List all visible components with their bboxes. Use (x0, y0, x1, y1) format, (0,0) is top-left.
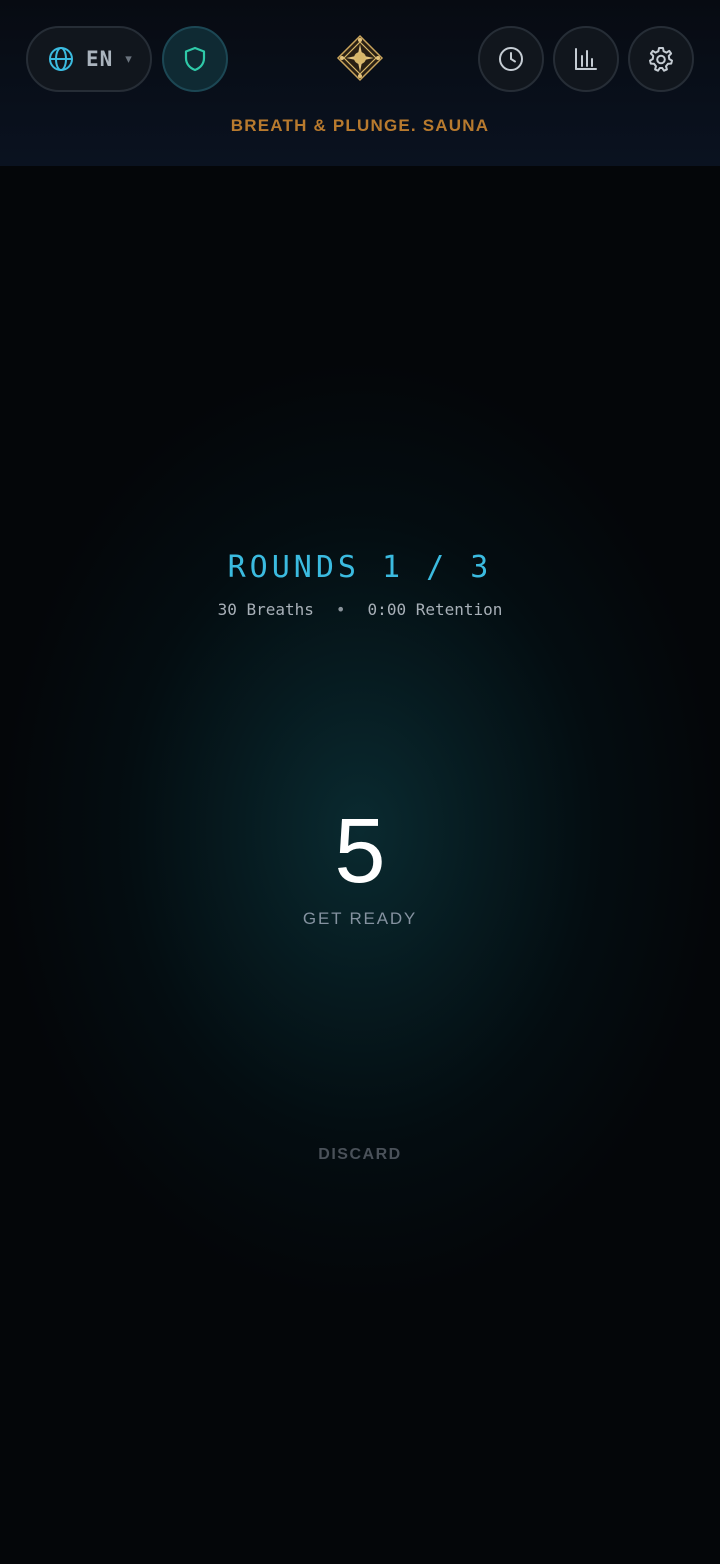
language-selector[interactable]: EN ▾ (26, 26, 152, 92)
brand-title: BREATH & PLUNGE. SAUNA (230, 116, 490, 135)
rounds-counter: ROUNDS 1 / 3 (227, 550, 493, 585)
countdown-number: 5 (334, 800, 386, 902)
retention-time: 0:00 Retention (367, 600, 503, 619)
status-label: GET READY (302, 909, 418, 928)
settings-button[interactable] (628, 26, 694, 92)
globe-icon (48, 46, 74, 72)
ornate-diamond-logo (336, 34, 384, 82)
privacy-button[interactable] (162, 26, 228, 92)
history-button[interactable] (478, 26, 544, 92)
chevron-down-icon: ▾ (125, 51, 132, 67)
app-screen: EN ▾ BREATH & PLUNGE. SAUNA ROUNDS 1 / 3… (0, 0, 720, 1564)
session-details: 30 Breaths • 0:00 Retention (0, 600, 720, 619)
breaths-count: 30 Breaths (217, 600, 314, 619)
top-bar: EN ▾ BREATH & PLUNGE. SAUNA (0, 0, 720, 166)
bar-chart-icon (573, 46, 599, 72)
shield-icon (184, 46, 206, 72)
gear-icon (648, 46, 674, 72)
clock-icon (498, 46, 524, 72)
stats-button[interactable] (553, 26, 619, 92)
separator-dot: • (335, 600, 346, 619)
language-code: EN (86, 47, 114, 71)
discard-button[interactable]: DISCARD (300, 1146, 420, 1164)
